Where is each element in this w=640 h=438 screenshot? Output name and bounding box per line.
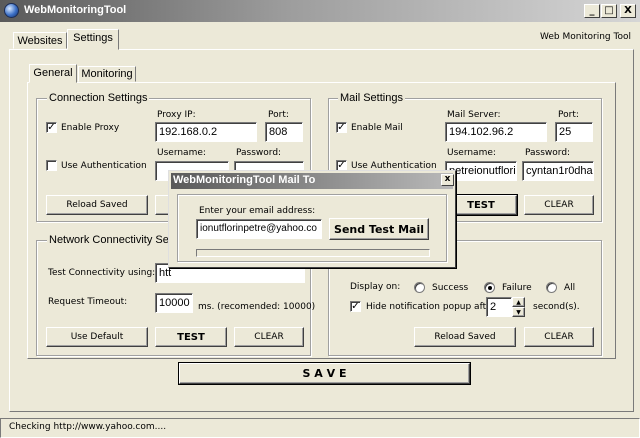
mail-port-input[interactable]: 25: [555, 122, 593, 142]
window-title: WebMonitoringTool: [24, 4, 127, 16]
minimize-button[interactable]: _: [584, 4, 600, 18]
maximize-button[interactable]: □: [601, 4, 617, 18]
request-timeout-input[interactable]: 10000: [155, 293, 193, 313]
dialog-title-bar[interactable]: WebMonitoringTool Mail To: [171, 173, 453, 189]
network-test-button[interactable]: TEST: [155, 327, 227, 347]
radio-failure[interactable]: [484, 282, 495, 293]
network-clear-button[interactable]: CLEAR: [234, 327, 304, 347]
hide-popup-label: Hide notification popup after:: [366, 302, 499, 312]
tab-general[interactable]: General: [29, 64, 77, 83]
enable-mail-label: Enable Mail: [351, 123, 403, 133]
app-globe-icon[interactable]: [4, 3, 19, 18]
radio-all-label: All: [564, 283, 576, 293]
hide-popup-checkbox[interactable]: ✓: [350, 301, 361, 312]
dialog-email-input[interactable]: ionutflorinpetre@yahoo.co: [196, 219, 322, 239]
brand-label: Web Monitoring Tool: [540, 32, 631, 42]
notification-reload-saved-button[interactable]: Reload Saved: [414, 327, 516, 347]
proxy-ip-label: Proxy IP:: [157, 110, 196, 120]
enable-proxy-label: Enable Proxy: [61, 123, 120, 133]
enable-proxy-checkbox[interactable]: ✓: [46, 122, 57, 133]
notification-clear-button[interactable]: CLEAR: [524, 327, 594, 347]
dialog-prompt: Enter your email address:: [199, 206, 316, 216]
proxy-port-input[interactable]: 808: [265, 122, 303, 142]
proxy-use-authentication-label: Use Authentication: [61, 161, 147, 171]
mail-password-label: Password:: [525, 148, 571, 158]
seconds-input[interactable]: 2: [486, 297, 512, 317]
mail-server-label: Mail Server:: [447, 110, 501, 120]
connection-reload-saved-button[interactable]: Reload Saved: [46, 195, 148, 215]
close-button[interactable]: X: [620, 4, 636, 18]
proxy-password-label: Password:: [236, 148, 282, 158]
tab-monitoring[interactable]: Monitoring: [78, 66, 136, 82]
save-button[interactable]: S A V E: [178, 362, 471, 385]
radio-success-label: Success: [432, 283, 469, 293]
proxy-ip-input[interactable]: 192.168.0.2: [155, 122, 257, 142]
proxy-port-label: Port:: [268, 110, 289, 120]
mail-port-label: Port:: [558, 110, 579, 120]
radio-failure-label: Failure: [502, 283, 532, 293]
enable-mail-checkbox[interactable]: ✓: [336, 122, 347, 133]
tab-settings[interactable]: Settings: [67, 29, 119, 50]
request-timeout-label: Request Timeout:: [48, 297, 128, 307]
display-on-label: Display on:: [350, 282, 401, 292]
mail-settings-legend: Mail Settings: [338, 92, 405, 104]
dialog-progress-bar: [196, 249, 430, 257]
use-default-button[interactable]: Use Default: [46, 327, 148, 347]
proxy-use-authentication-checkbox[interactable]: [46, 160, 57, 171]
mail-username-label: Username:: [447, 148, 496, 158]
status-text: Checking http://www.yahoo.com....: [9, 422, 167, 432]
mail-to-dialog: WebMonitoringTool Mail To x Enter your e…: [168, 170, 456, 268]
network-connectivity-legend: Network Connectivity Set: [47, 234, 174, 246]
mail-password-input[interactable]: cyntan1r0dha: [522, 161, 594, 181]
seconds-down-button[interactable]: ▼: [512, 307, 525, 317]
test-connectivity-label: Test Connectivity using:: [48, 268, 156, 278]
mail-clear-button[interactable]: CLEAR: [524, 195, 594, 215]
connection-settings-legend: Connection Settings: [47, 92, 150, 104]
mail-server-input[interactable]: 194.102.96.2: [445, 122, 547, 142]
dialog-title: WebMonitoringTool Mail To: [173, 174, 316, 186]
radio-success[interactable]: [414, 282, 425, 293]
send-test-mail-button[interactable]: Send Test Mail: [329, 218, 429, 240]
tab-websites[interactable]: Websites: [13, 32, 67, 49]
timeout-recommendation-label: ms. (recomended: 10000): [198, 302, 316, 312]
seconds-label: second(s).: [533, 302, 580, 312]
seconds-up-button[interactable]: ▲: [512, 297, 525, 307]
radio-selected-dot: [488, 286, 492, 290]
dialog-close-button[interactable]: x: [441, 174, 454, 186]
radio-all[interactable]: [546, 282, 557, 293]
proxy-username-label: Username:: [157, 148, 206, 158]
